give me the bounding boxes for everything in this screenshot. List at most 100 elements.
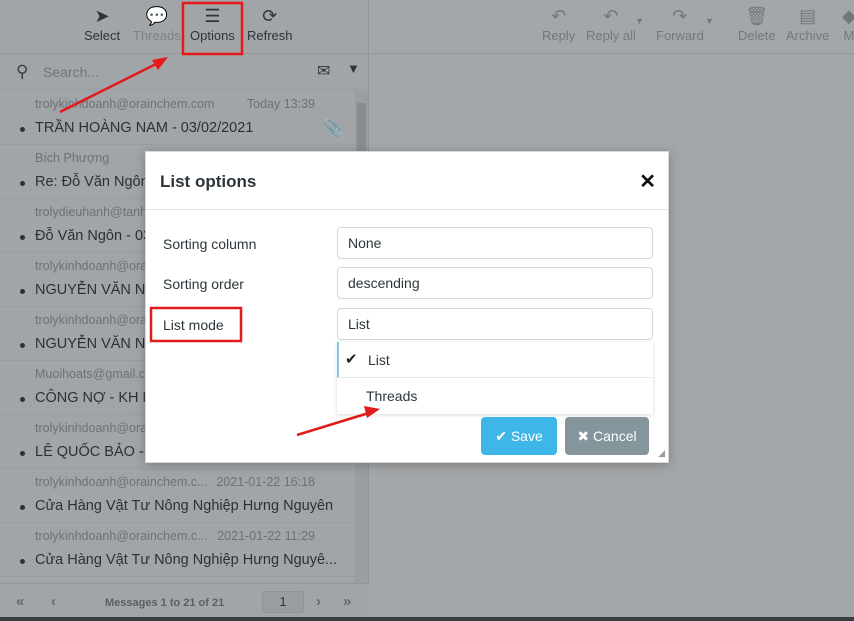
sorting-order-select[interactable]: descending: [337, 267, 653, 299]
prev-page-icon[interactable]: ‹: [51, 593, 56, 610]
forward-label: Forward: [656, 28, 704, 43]
reply-label: Reply: [542, 28, 576, 43]
message-toolbar: ↶ Reply ↶ Reply all ▼ ↷ Forward ▼ 🗑 Delete ▤…: [370, 0, 854, 54]
sliders-icon: ☰: [204, 6, 221, 26]
message-from: trolykinhdoanh@ora: [35, 259, 148, 273]
archive-button[interactable]: ▤ Archive: [786, 4, 829, 43]
reply-icon: ↶: [551, 6, 567, 26]
caret-down-icon[interactable]: ▼: [635, 16, 644, 26]
unread-dot-icon: [20, 505, 25, 510]
pagination: « ‹ Messages 1 to 21 of 21 1 › »: [0, 583, 369, 621]
reply-all-button[interactable]: ↶ Reply all: [586, 4, 636, 43]
tag-icon: ◆: [842, 6, 854, 26]
unread-dot-icon: [20, 181, 25, 186]
message-from: Muoihoats@gmail.c: [35, 367, 145, 381]
options-label: Options: [190, 28, 235, 43]
refresh-label: Refresh: [247, 28, 293, 43]
message-count: Messages 1 to 21 of 21: [105, 597, 225, 609]
option-list[interactable]: ✔ List: [337, 342, 653, 378]
search-bar: ⚲ Search... ✉ ▼: [0, 54, 368, 90]
options-button[interactable]: ☰ Options: [190, 4, 235, 43]
unread-dot-icon: [20, 451, 25, 456]
unread-dot-icon: [20, 289, 25, 294]
message-from: trolydieuhanh@tanh: [35, 205, 148, 219]
cursor-icon: ➤: [94, 6, 110, 26]
unread-dot-icon: [20, 127, 25, 132]
list-mode-label: List mode: [163, 317, 224, 333]
list-mode-dropdown: ✔ List Threads: [337, 342, 653, 414]
message-row[interactable]: trolykinhdoanh@orainchem.com Today 13:39 T…: [0, 91, 355, 145]
refresh-button[interactable]: ⟳ Refresh: [247, 4, 293, 43]
message-subject: TRẦN HOÀNG NAM - 03/02/2021: [35, 120, 254, 136]
message-date: Today 13:39: [246, 97, 315, 111]
refresh-icon: ⟳: [262, 6, 278, 26]
message-from: trolykinhdoanh@orainchem.c...: [35, 529, 208, 543]
list-options-dialog: List options ✕ Sorting column None Sorti…: [145, 151, 669, 463]
message-subject: Đỗ Văn Ngôn - 03: [35, 228, 152, 244]
message-subject: NGUYỄN VĂN NH: [35, 336, 156, 352]
cancel-button[interactable]: ✖ Cancel: [565, 417, 649, 455]
save-button[interactable]: ✔ Save: [481, 417, 557, 455]
next-page-icon[interactable]: ›: [316, 593, 321, 610]
message-from: Bích Phượng: [35, 151, 110, 165]
unread-dot-icon: [20, 235, 25, 240]
option-label: Threads: [366, 388, 418, 404]
message-subject: NGUYỄN VĂN NH: [35, 282, 156, 298]
dialog-title: List options: [160, 172, 257, 191]
sorting-order-label: Sorting order: [163, 276, 244, 292]
paperclip-icon: 📎: [323, 120, 343, 137]
forward-button[interactable]: ↷ Forward: [656, 4, 704, 43]
trash-icon: 🗑: [745, 6, 769, 26]
list-mode-select[interactable]: List: [337, 308, 653, 340]
message-subject: Cửa Hàng Vật Tư Nông Nghiệp Hưng Nguyên: [35, 498, 334, 514]
message-row[interactable]: trolykinhdoanh@orainchem.c... 2021-01-22 …: [0, 469, 355, 523]
unread-dot-icon: [20, 397, 25, 402]
page-input[interactable]: 1: [262, 591, 304, 613]
archive-label: Archive: [786, 28, 830, 43]
close-icon: ✖: [577, 428, 590, 444]
threads-button[interactable]: 💬 Threads: [133, 4, 181, 43]
chevron-down-icon[interactable]: ▼: [347, 61, 360, 76]
option-threads[interactable]: Threads: [337, 378, 653, 414]
message-subject: Cửa Hàng Vật Tư Nông Nghiệp Hưng Nguyê..…: [35, 552, 338, 568]
reply-button[interactable]: ↶ Reply: [542, 4, 575, 43]
first-page-icon[interactable]: «: [16, 593, 24, 610]
list-toolbar: ➤ Select 💬 Threads ☰ Options ⟳ Refresh: [0, 0, 368, 54]
reply-all-icon: ↶: [603, 6, 619, 26]
last-page-icon[interactable]: »: [343, 593, 351, 610]
caret-down-icon[interactable]: ▼: [705, 16, 714, 26]
sorting-column-select[interactable]: None: [337, 227, 653, 259]
select-button[interactable]: ➤ Select: [84, 4, 120, 43]
more-button[interactable]: ◆ M: [842, 4, 854, 43]
search-input[interactable]: Search...: [43, 64, 99, 80]
reply-all-label: Reply all: [586, 28, 636, 43]
message-from: trolykinhdoanh@ora: [35, 313, 148, 327]
option-label: List: [368, 352, 390, 368]
delete-button[interactable]: 🗑 Delete: [738, 4, 776, 43]
message-from: trolykinhdoanh@ora: [35, 421, 148, 435]
message-from: trolykinhdoanh@orainchem.c...: [35, 475, 208, 489]
cancel-label: Cancel: [593, 428, 637, 444]
envelope-icon[interactable]: ✉: [317, 61, 330, 81]
threads-label: Threads: [133, 28, 181, 43]
dialog-header: List options ✕: [146, 152, 668, 210]
check-icon: ✔: [495, 428, 507, 444]
select-label: Select: [84, 28, 121, 43]
close-icon[interactable]: ✕: [639, 169, 656, 194]
taskbar: [0, 617, 854, 621]
message-from: trolykinhdoanh@orainchem.com: [35, 97, 215, 111]
forward-icon: ↷: [672, 6, 688, 26]
message-row[interactable]: trolykinhdoanh@orainchem.c... 2021-01-22 …: [0, 523, 355, 577]
archive-icon: ▤: [799, 6, 817, 26]
message-subject: Re: Đỗ Văn Ngôn: [35, 174, 149, 190]
search-icon: ⚲: [16, 62, 29, 81]
save-label: Save: [510, 428, 543, 444]
sorting-column-label: Sorting column: [163, 236, 257, 252]
check-icon: ✔: [345, 351, 358, 368]
resize-handle[interactable]: ◢: [658, 448, 665, 459]
delete-label: Delete: [738, 28, 776, 43]
message-date: 2021-01-22 11:29: [217, 529, 315, 543]
more-label: M: [843, 28, 854, 43]
unread-dot-icon: [20, 343, 25, 348]
comments-icon: 💬: [145, 6, 169, 26]
